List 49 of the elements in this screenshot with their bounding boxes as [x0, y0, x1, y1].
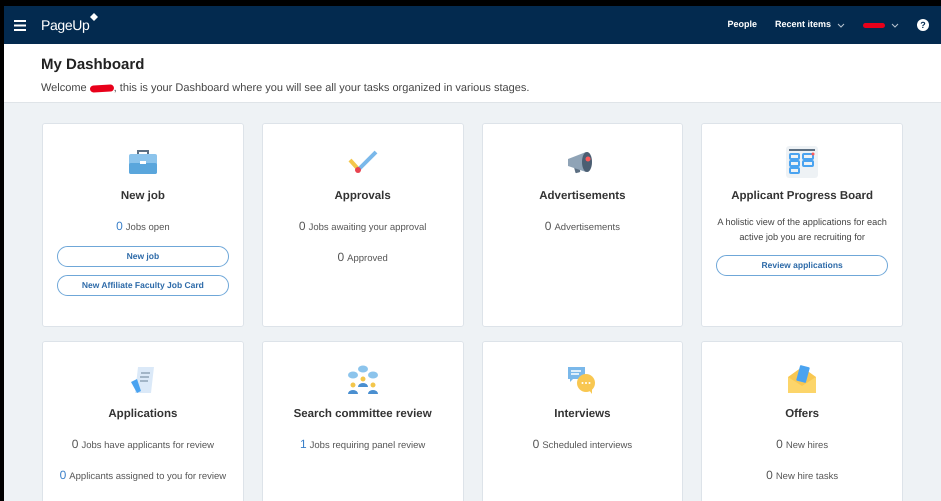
envelope-icon: [786, 364, 818, 396]
user-menu[interactable]: [863, 22, 899, 28]
board-icon: [786, 146, 818, 178]
stat-label: New hire tasks: [776, 470, 838, 484]
card-title: Applications: [108, 407, 178, 422]
count: 0: [532, 436, 540, 454]
stat-label: Scheduled interviews: [542, 439, 632, 454]
count: 0: [544, 218, 552, 236]
stat-label: Advertisements: [554, 221, 620, 236]
stat-label: Jobs have applicants for review: [81, 439, 214, 454]
menu-icon[interactable]: [14, 20, 26, 30]
welcome-text: , this is your Dashboard where you will see all your tasks organized in various stages.: [114, 81, 530, 96]
stat-label: Jobs requiring panel review: [310, 439, 426, 454]
count: 0: [72, 436, 78, 454]
card-description: A holistic view of the applications for each active job you are recruiting for: [716, 216, 888, 244]
recent-items-dropdown[interactable]: Recent items: [774, 18, 845, 32]
card-title: Applicant Progress Board: [731, 189, 874, 204]
count-link[interactable]: 1: [300, 435, 307, 454]
stat-label: Approved: [347, 252, 388, 266]
card-button[interactable]: New job: [57, 246, 229, 266]
document-icon: [128, 364, 157, 396]
card-title: Approvals: [334, 189, 391, 204]
stat-label: Jobs open: [126, 221, 170, 236]
people-chat-icon: [346, 364, 379, 396]
help-button[interactable]: ?: [917, 19, 929, 31]
card-button[interactable]: Review applications: [716, 255, 888, 276]
redaction-mark: [90, 84, 114, 92]
page-title: My Dashboard: [41, 55, 146, 75]
count: 0: [298, 218, 306, 236]
redaction-mark: [863, 22, 885, 28]
card-title: New job: [120, 189, 165, 204]
count: 0: [776, 436, 783, 454]
card-title: Search committee review: [294, 407, 432, 422]
nav-link[interactable]: People: [727, 18, 757, 32]
logo[interactable]: PageUp: [41, 14, 98, 36]
count-link[interactable]: 0: [116, 217, 123, 236]
caret-icon: [891, 22, 899, 28]
welcome-text: Welcome: [41, 81, 87, 96]
count: 0: [766, 466, 773, 484]
count: 0: [337, 248, 344, 266]
card-title: Offers: [785, 407, 820, 422]
caret-icon: [837, 22, 845, 28]
card-button[interactable]: New Affiliate Faculty Job Card: [57, 274, 229, 296]
count-link[interactable]: 0: [60, 466, 66, 484]
stat-label: Applicants assigned to you for review: [69, 470, 226, 484]
card-title: Advertisements: [539, 189, 626, 204]
card-title: Interviews: [554, 407, 610, 422]
stat-label: New hires: [786, 439, 828, 454]
stat-label: Jobs awaiting your approval: [308, 221, 426, 236]
